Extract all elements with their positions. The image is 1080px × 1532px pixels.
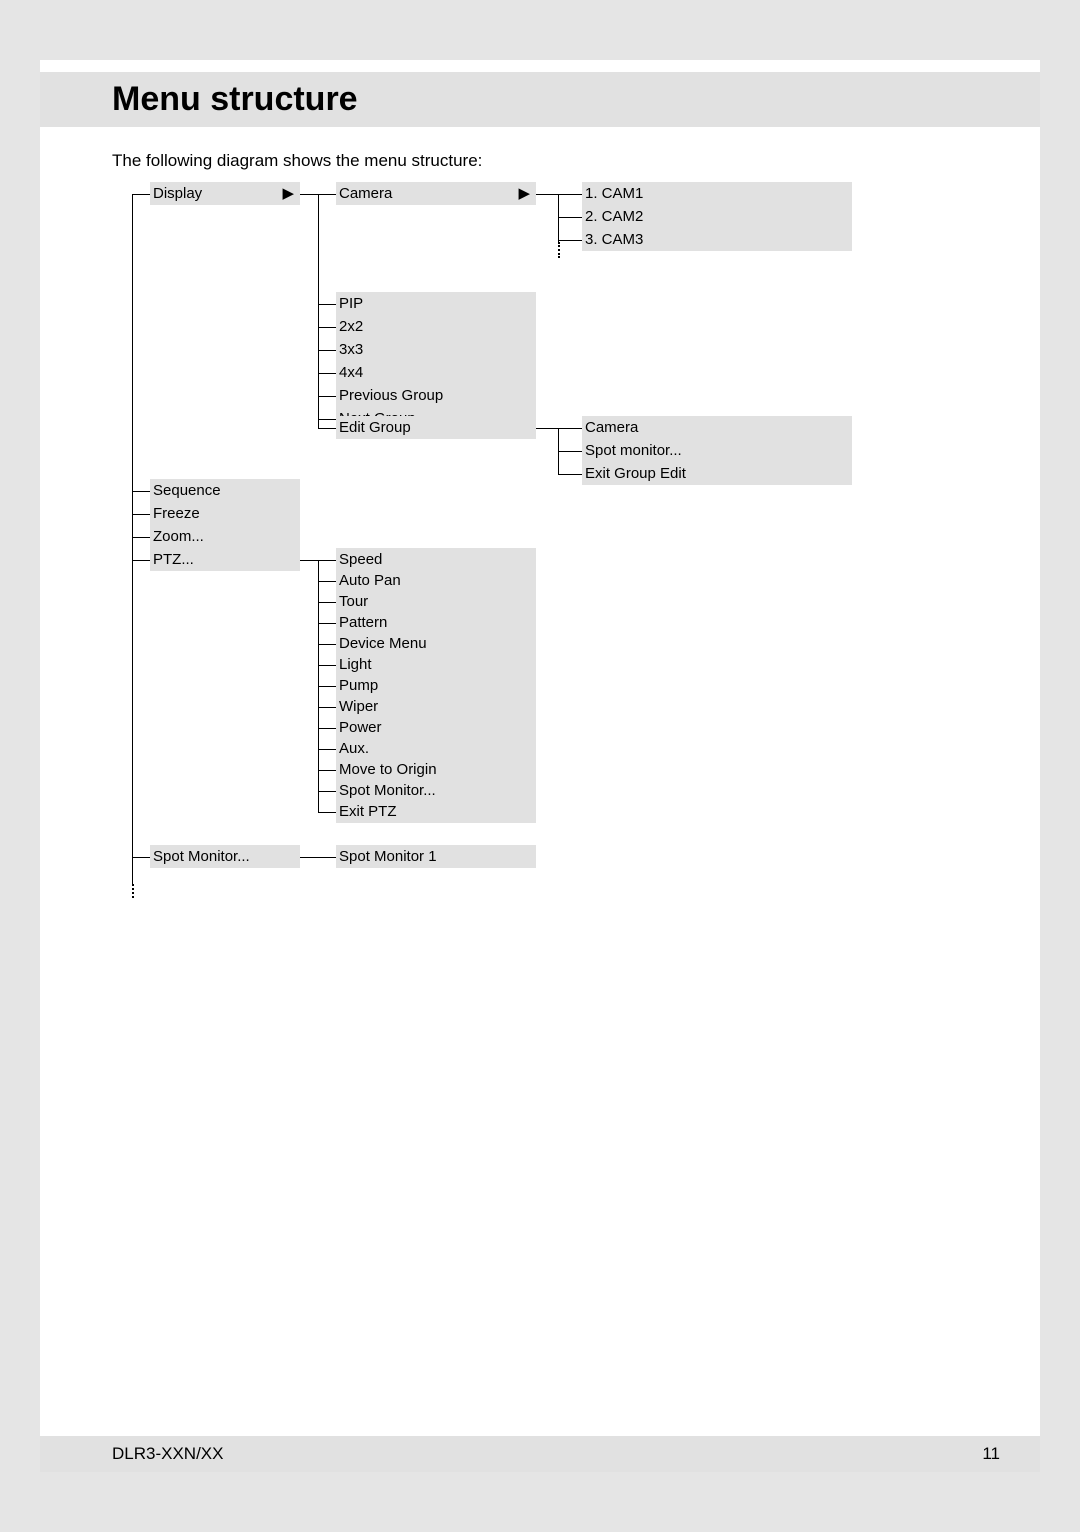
submenu-arrow-icon: ▶ bbox=[518, 182, 530, 205]
menu-edit-group: Edit Group bbox=[336, 416, 536, 439]
menu-light: Light bbox=[336, 653, 536, 676]
menu-3x3: 3x3 bbox=[336, 338, 536, 361]
menu-exit-group-edit: Exit Group Edit bbox=[582, 462, 852, 485]
menu-speed: Speed bbox=[336, 548, 536, 571]
menu-display: Display▶ bbox=[150, 182, 300, 205]
menu-spot-monitor-1: Spot Monitor 1 bbox=[336, 845, 536, 868]
menu-2x2: 2x2 bbox=[336, 315, 536, 338]
menu-spot-monitor: Spot Monitor... bbox=[150, 845, 300, 868]
menu-cam1: 1. CAM1 bbox=[582, 182, 852, 205]
menu-freeze: Freeze bbox=[150, 502, 300, 525]
menu-pip: PIP bbox=[336, 292, 536, 315]
menu-cam2: 2. CAM2 bbox=[582, 205, 852, 228]
menu-ptz-spot-monitor: Spot Monitor... bbox=[336, 779, 536, 802]
menu-edit-group-spot-monitor: Spot monitor... bbox=[582, 439, 852, 462]
menu-pattern: Pattern bbox=[336, 611, 536, 634]
footer-page-number: 11 bbox=[982, 1436, 1000, 1472]
menu-ptz: PTZ... bbox=[150, 548, 300, 571]
menu-device-menu: Device Menu bbox=[336, 632, 536, 655]
menu-power: Power bbox=[336, 716, 536, 739]
menu-edit-group-camera: Camera bbox=[582, 416, 852, 439]
menu-4x4: 4x4 bbox=[336, 361, 536, 384]
menu-sequence: Sequence bbox=[150, 479, 300, 502]
menu-zoom: Zoom... bbox=[150, 525, 300, 548]
footer-model: DLR3-XXN/XX bbox=[112, 1436, 223, 1472]
menu-exit-ptz: Exit PTZ bbox=[336, 800, 536, 823]
menu-aux: Aux. bbox=[336, 737, 536, 760]
menu-wiper: Wiper bbox=[336, 695, 536, 718]
section-heading: Menu structure bbox=[112, 80, 1010, 119]
page-footer: DLR3-XXN/XX 11 bbox=[40, 1436, 1040, 1472]
menu-cam3: 3. CAM3 bbox=[582, 228, 852, 251]
section-heading-bar: Menu structure bbox=[40, 72, 1040, 127]
intro-text: The following diagram shows the menu str… bbox=[112, 151, 1040, 171]
menu-previous-group: Previous Group bbox=[336, 384, 536, 407]
menu-camera: Camera▶ bbox=[336, 182, 536, 205]
menu-tour: Tour bbox=[336, 590, 536, 613]
menu-tree-diagram: Display▶ Sequence Freeze Zoom... PTZ... … bbox=[112, 182, 992, 902]
menu-move-to-origin: Move to Origin bbox=[336, 758, 536, 781]
menu-pump: Pump bbox=[336, 674, 536, 697]
menu-auto-pan: Auto Pan bbox=[336, 569, 536, 592]
submenu-arrow-icon: ▶ bbox=[282, 182, 294, 205]
